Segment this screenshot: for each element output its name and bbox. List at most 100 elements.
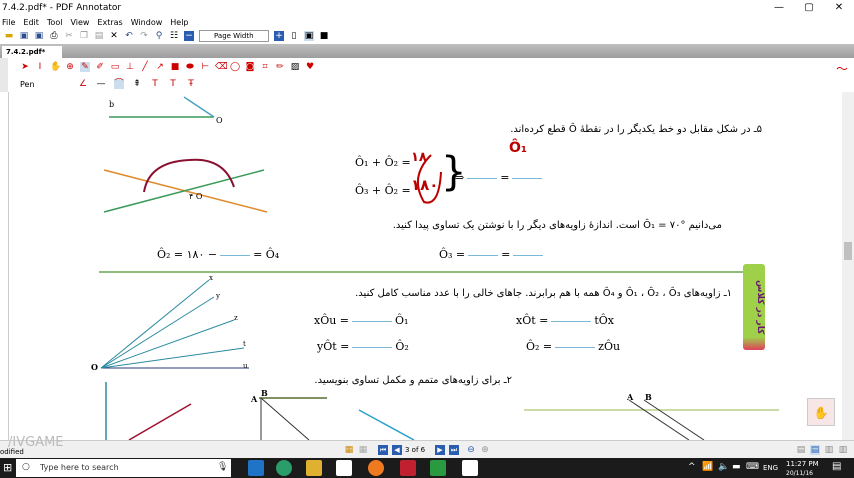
equation-3: Ô₂ = ۱۸۰ − = Ô₄ [157, 248, 280, 261]
view-facing-continuous-icon[interactable]: ▥ [838, 445, 848, 455]
hand-icon[interactable]: ✋ [50, 62, 61, 72]
single-page-icon[interactable]: ▯ [289, 31, 299, 41]
view-continuous-icon[interactable]: ▤ [810, 445, 820, 455]
ruler-icon[interactable]: ✏ [275, 62, 285, 72]
camtasia-icon[interactable] [430, 460, 446, 476]
floating-hand-button[interactable]: ✋ [807, 398, 835, 426]
network-icon[interactable]: 📶 [702, 462, 713, 472]
find-icon[interactable]: ⚲ [154, 31, 164, 41]
menu-window[interactable]: Window [131, 18, 163, 28]
pen-properties-toolbar: Pen ∠ — ⌒ ⇞ T T Ŧ [0, 76, 854, 92]
stamp-icon[interactable]: ⊥ [125, 62, 135, 72]
start-icon[interactable]: ⊞ [3, 461, 12, 474]
smooth-icon[interactable]: ⌒ [114, 79, 124, 89]
first-page-button[interactable]: ⏮ [378, 445, 388, 455]
tool-name-label: Pen [20, 79, 35, 89]
copy-icon[interactable]: ❐ [79, 31, 89, 41]
fig2-label-a: A [627, 392, 634, 402]
favorites-heart-icon[interactable]: ♥ [305, 62, 315, 72]
pen-color-icon[interactable]: ∠ [78, 79, 88, 89]
battery-icon[interactable]: ▬ [732, 462, 741, 472]
menu-extras[interactable]: Extras [97, 18, 122, 28]
measure-icon[interactable]: ⊢ [200, 62, 210, 72]
pen-preview-icon: 〜 [836, 62, 849, 76]
clock-time[interactable]: 11:27 PM [786, 460, 819, 468]
forward-icon[interactable]: ⊕ [480, 445, 490, 455]
text-squiggly-icon[interactable]: T [168, 79, 178, 89]
text-underline-icon[interactable]: T [150, 79, 160, 89]
pdf-annotator-taskbar-icon[interactable] [400, 460, 416, 476]
redo-icon[interactable]: ↷ [139, 31, 149, 41]
edge-icon[interactable] [276, 460, 292, 476]
snap-icon[interactable]: ⇞ [132, 79, 142, 89]
close-button[interactable]: ✕ [824, 0, 854, 18]
tray-chevron-icon[interactable]: ^ [688, 462, 696, 472]
menu-view[interactable]: View [70, 18, 89, 28]
zoom-icon[interactable]: ⊕ [65, 62, 75, 72]
menu-tool[interactable]: Tool [47, 18, 63, 28]
minimize-button[interactable]: — [764, 0, 794, 18]
pdf-page[interactable]: b O ۴ O ۵ـ در شکل مقابل دو خط یکدیگر را … [8, 92, 842, 440]
language-indicator[interactable]: ENG [763, 464, 778, 472]
microphone-icon[interactable]: 🎙 [217, 462, 228, 472]
view-single-icon[interactable]: ▤ [796, 445, 806, 455]
line-icon[interactable]: ╱ [140, 62, 150, 72]
page-layout-icon[interactable]: ☷ [169, 31, 179, 41]
ellipse-icon[interactable]: ⬬ [185, 62, 195, 72]
camera-icon[interactable]: ◙ [245, 62, 255, 72]
highlighter-icon[interactable]: ✐ [95, 62, 105, 72]
save-icon[interactable]: ▣ [19, 31, 29, 41]
undo-icon[interactable]: ↶ [124, 31, 134, 41]
notifications-icon[interactable]: ▤ [832, 461, 841, 472]
select-icon[interactable]: ➤ [20, 62, 30, 72]
next-page-button[interactable]: ▶ [435, 445, 445, 455]
taskbar-search[interactable]: Type here to search [16, 459, 231, 477]
textbox-icon[interactable]: ▭ [110, 62, 120, 72]
store-icon[interactable] [336, 460, 352, 476]
zoom-mode-select[interactable]: Page Width [199, 30, 269, 42]
cut-icon[interactable]: ✂ [64, 31, 74, 41]
menu-file[interactable]: File [2, 18, 15, 28]
zoom-in-icon[interactable]: + [274, 31, 284, 41]
text-strike-icon[interactable]: Ŧ [186, 79, 196, 89]
thumbnails-icon[interactable]: ▦ [358, 445, 368, 455]
zoom-out-icon[interactable]: − [184, 31, 194, 41]
fit-page-icon[interactable]: ▣ [304, 31, 314, 41]
prev-page-button[interactable]: ◀ [392, 445, 402, 455]
eraser-icon[interactable]: ⌫ [215, 62, 228, 72]
last-page-button[interactable]: ⏭ [449, 445, 459, 455]
firefox-icon[interactable] [368, 460, 384, 476]
handwritten-180-a: ۱۸ [411, 150, 427, 165]
clock-date[interactable]: 20/11/16 [786, 470, 813, 477]
maximize-button[interactable]: ▢ [794, 0, 824, 18]
rectangle-icon[interactable]: ■ [170, 62, 180, 72]
page-indicator[interactable]: 3 of 6 [405, 446, 425, 454]
menu-edit[interactable]: Edit [23, 18, 39, 28]
task-view-icon[interactable] [248, 460, 264, 476]
bookmark-icon[interactable]: ▦ [344, 445, 354, 455]
arrow-icon[interactable]: ↗ [155, 62, 165, 72]
scroll-thumb[interactable] [844, 242, 852, 260]
delete-icon[interactable]: ✕ [109, 31, 119, 41]
insert-image-icon[interactable]: ▨ [290, 62, 300, 72]
vertical-scrollbar[interactable] [842, 92, 854, 440]
pen-icon[interactable]: ✎ [80, 62, 90, 72]
menu-help[interactable]: Help [170, 18, 188, 28]
open-icon[interactable]: ▬ [4, 31, 14, 41]
document-tab[interactable]: 7.4.2.pdf* [2, 46, 62, 58]
figure-line [628, 399, 690, 440]
view-facing-icon[interactable]: ▥ [824, 445, 834, 455]
text-select-icon[interactable]: I [35, 62, 45, 72]
print-icon[interactable]: ⎙ [49, 31, 59, 41]
volume-icon[interactable]: 🔈 [718, 462, 729, 472]
lasso-icon[interactable]: ◯ [230, 62, 240, 72]
back-icon[interactable]: ⊖ [466, 445, 476, 455]
full-screen-icon[interactable]: ■ [319, 31, 329, 41]
crop-icon[interactable]: ⌗ [260, 62, 270, 72]
paste-icon[interactable]: ▤ [94, 31, 104, 41]
app-c-icon[interactable] [462, 460, 478, 476]
line-width-icon[interactable]: — [96, 79, 106, 89]
file-explorer-icon[interactable] [306, 460, 322, 476]
keyboard-icon[interactable]: ⌨ [746, 462, 759, 472]
save-as-icon[interactable]: ▣ [34, 31, 44, 41]
